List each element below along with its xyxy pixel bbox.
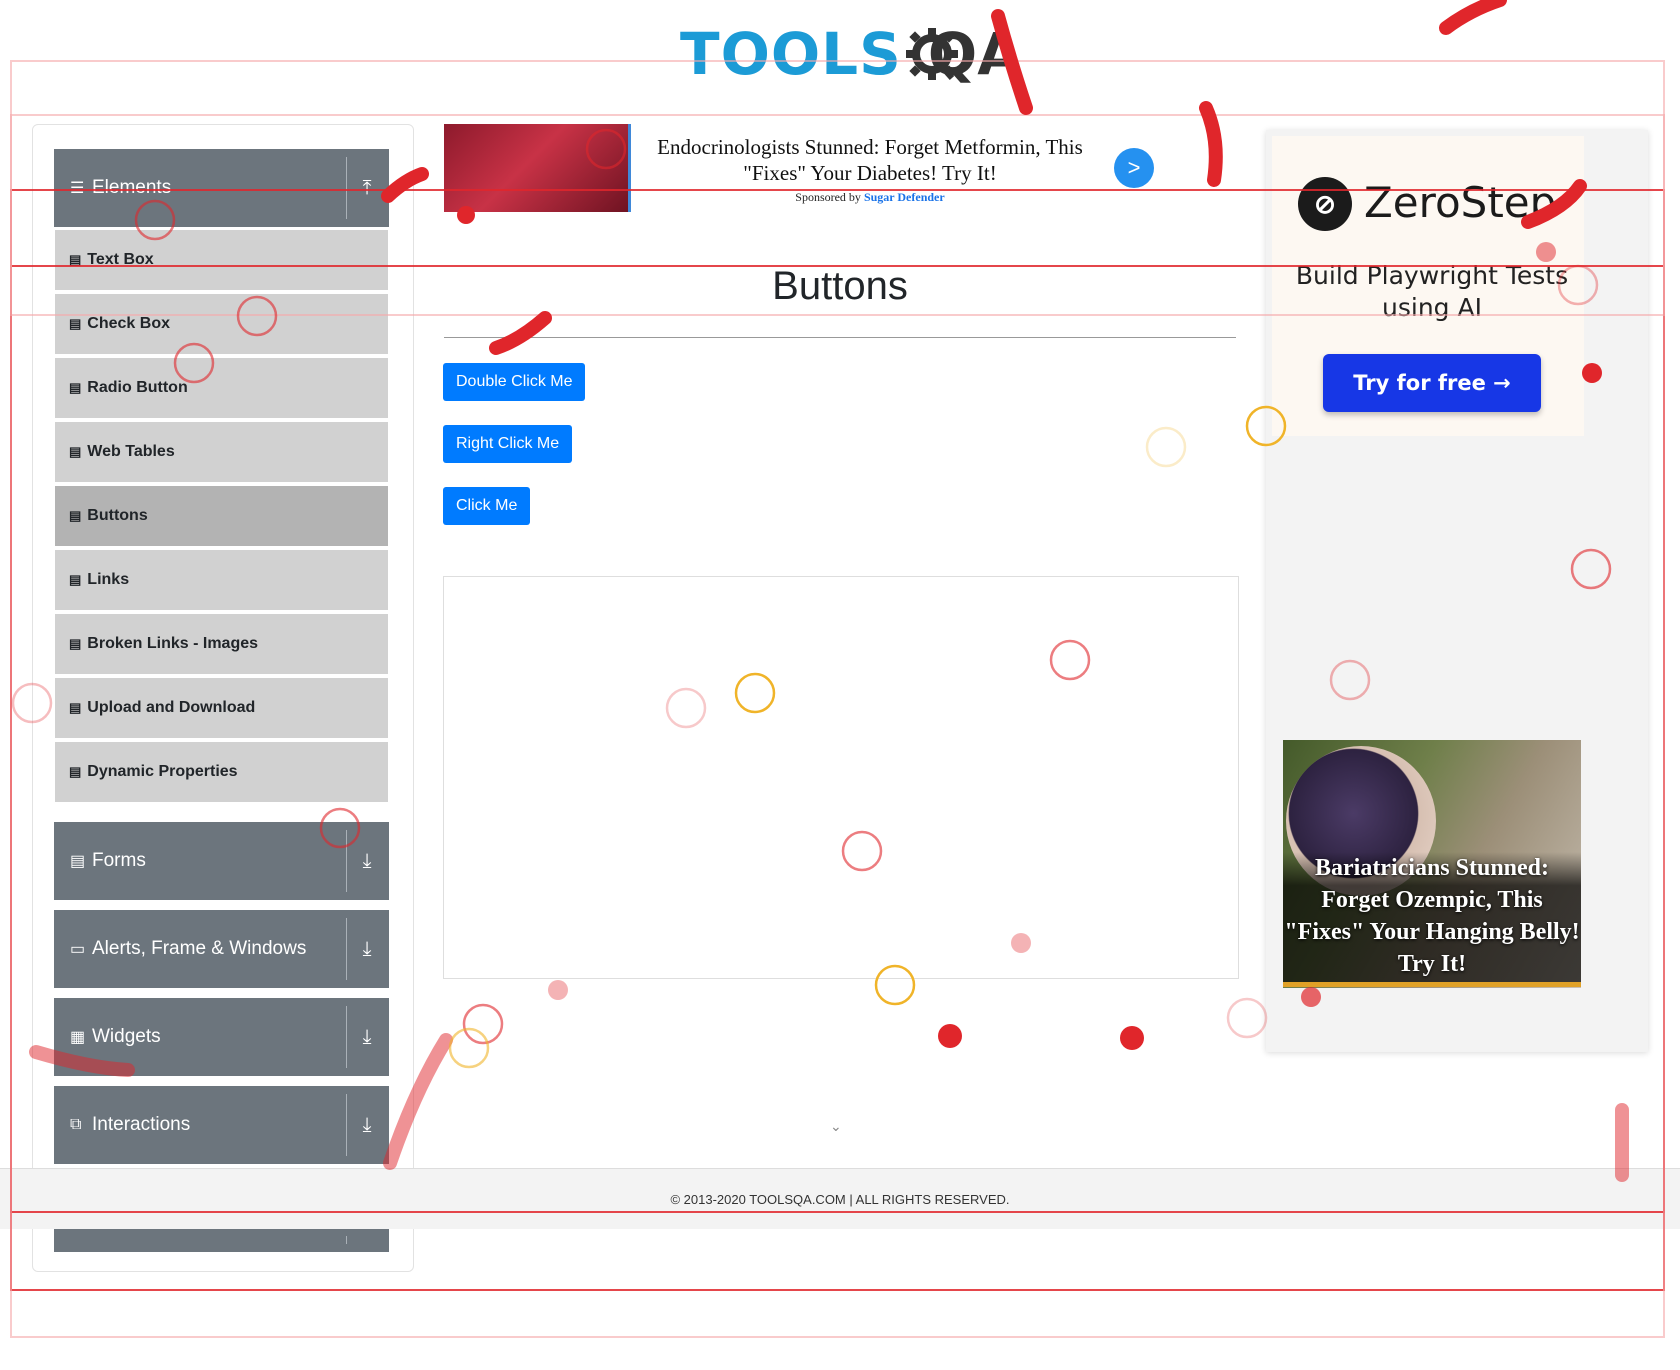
title-divider bbox=[444, 337, 1236, 338]
divider bbox=[346, 1094, 347, 1156]
zerostep-tagline: Build Playwright Tests using AI bbox=[1295, 261, 1569, 322]
right-click-button[interactable]: Right Click Me bbox=[443, 425, 573, 463]
group-label: Elements bbox=[92, 177, 172, 198]
promo-ad-accent-bar bbox=[1283, 982, 1581, 987]
collapse-icon[interactable]: ⤒ bbox=[355, 149, 379, 227]
footer: © 2013-2020 TOOLSQA.COM | ALL RIGHTS RES… bbox=[0, 1168, 1680, 1229]
document-icon: ▤ bbox=[70, 853, 86, 870]
sidebar-item-label: Broken Links - Images bbox=[87, 635, 259, 652]
divider bbox=[346, 830, 347, 892]
chevron-down-icon[interactable]: ⌄ bbox=[830, 1118, 846, 1135]
ad-headline[interactable]: Endocrinologists Stunned: Forget Metform… bbox=[650, 134, 1090, 186]
try-for-free-button[interactable]: Try for free → bbox=[1323, 354, 1541, 412]
promo-ad-headline[interactable]: Bariatricians Stunned: Forget Ozempic, T… bbox=[1283, 852, 1581, 986]
sidebar-item-label: Text Box bbox=[87, 251, 154, 268]
sidebar-item-broken-links[interactable]: ▤ Broken Links - Images bbox=[55, 614, 388, 676]
sidebar-item-label: Upload and Download bbox=[87, 699, 256, 716]
group-label: Interactions bbox=[92, 1114, 191, 1135]
zerostep-brand: ZeroStep bbox=[1364, 178, 1557, 227]
html5-icon: ▤ bbox=[69, 380, 82, 395]
toolsqa-logo[interactable]: TOOLS QA bbox=[680, 14, 1023, 94]
sidebar-item-label: Radio Button bbox=[87, 379, 188, 396]
group-label: Alerts, Frame & Windows bbox=[92, 938, 307, 959]
sidebar-item-links[interactable]: ▤ Links bbox=[55, 550, 388, 612]
ad-placeholder-panel bbox=[443, 576, 1239, 979]
group-header-alerts-frames-windows[interactable]: ▭ Alerts, Frame & Windows ⤓ bbox=[54, 910, 389, 988]
double-click-button[interactable]: Double Click Me bbox=[443, 363, 586, 401]
html5-icon: ▤ bbox=[69, 764, 82, 779]
sponsor-prefix: Sponsored by bbox=[795, 190, 861, 204]
hamburger-icon: ☰ bbox=[70, 180, 85, 197]
group-header-interactions[interactable]: ⧉ Interactions ⤓ bbox=[54, 1086, 389, 1164]
group-header-elements[interactable]: ☰ Elements ⤒ bbox=[54, 149, 389, 227]
logo-qa-label: QA bbox=[927, 20, 1023, 88]
sidebar-item-label: Buttons bbox=[87, 507, 148, 524]
group-label: Forms bbox=[92, 850, 146, 871]
sidebar-item-label: Web Tables bbox=[87, 443, 175, 460]
page-title: Buttons bbox=[772, 264, 908, 308]
sidebar-item-dynamic-properties[interactable]: ▤ Dynamic Properties bbox=[55, 742, 388, 804]
divider bbox=[346, 1006, 347, 1068]
ad-sponsor-line: Sponsored by Sugar Defender bbox=[650, 190, 1090, 205]
sidebar-item-text-box[interactable]: ▤ Text Box bbox=[55, 230, 388, 292]
sidebar-item-label: Check Box bbox=[87, 315, 170, 332]
sidebar-item-label: Links bbox=[87, 571, 130, 588]
sidebar-item-radio-button[interactable]: ▤ Radio Button bbox=[55, 358, 388, 420]
group-header-forms[interactable]: ▤ Forms ⤓ bbox=[54, 822, 389, 900]
logo-text-qa: QA bbox=[905, 20, 1023, 88]
zerostep-logo-icon: ⊘ bbox=[1298, 177, 1352, 231]
html5-icon: ▤ bbox=[69, 700, 82, 715]
expand-icon[interactable]: ⤓ bbox=[355, 998, 379, 1076]
click-button[interactable]: Click Me bbox=[443, 487, 531, 525]
divider bbox=[346, 157, 347, 219]
expand-icon[interactable]: ⤓ bbox=[355, 822, 379, 900]
html5-icon: ▤ bbox=[69, 572, 82, 587]
html5-icon: ▤ bbox=[69, 444, 82, 459]
divider bbox=[346, 918, 347, 980]
ad-arrow-button[interactable]: > bbox=[1114, 148, 1154, 188]
group-header-next[interactable] bbox=[54, 1228, 389, 1252]
expand-icon[interactable]: ⤓ bbox=[355, 910, 379, 988]
html5-icon: ▤ bbox=[69, 508, 82, 523]
sidebar-item-upload-download[interactable]: ▤ Upload and Download bbox=[55, 678, 388, 740]
group-label: Widgets bbox=[92, 1026, 161, 1047]
logo-text-tools: TOOLS bbox=[680, 20, 902, 88]
html5-icon: ▤ bbox=[69, 636, 82, 651]
html5-icon: ▤ bbox=[69, 316, 82, 331]
expand-icon[interactable]: ⤓ bbox=[355, 1086, 379, 1164]
sponsor-name[interactable]: Sugar Defender bbox=[864, 190, 945, 204]
footer-copyright: © 2013-2020 TOOLSQA.COM | ALL RIGHTS RES… bbox=[670, 1191, 1010, 1207]
ad-image-beets[interactable] bbox=[444, 124, 631, 212]
window-icon: ▭ bbox=[70, 941, 86, 958]
sidebar-item-web-tables[interactable]: ▤ Web Tables bbox=[55, 422, 388, 484]
widgets-icon: ▦ bbox=[70, 1029, 86, 1046]
html5-icon: ▤ bbox=[69, 252, 82, 267]
sidebar-item-label: Dynamic Properties bbox=[87, 763, 238, 780]
interactions-icon: ⧉ bbox=[70, 1116, 82, 1133]
divider bbox=[346, 1236, 347, 1244]
sidebar-item-buttons[interactable]: ▤ Buttons bbox=[55, 486, 388, 548]
sidebar-item-check-box[interactable]: ▤ Check Box bbox=[55, 294, 388, 356]
group-header-widgets[interactable]: ▦ Widgets ⤓ bbox=[54, 998, 389, 1076]
